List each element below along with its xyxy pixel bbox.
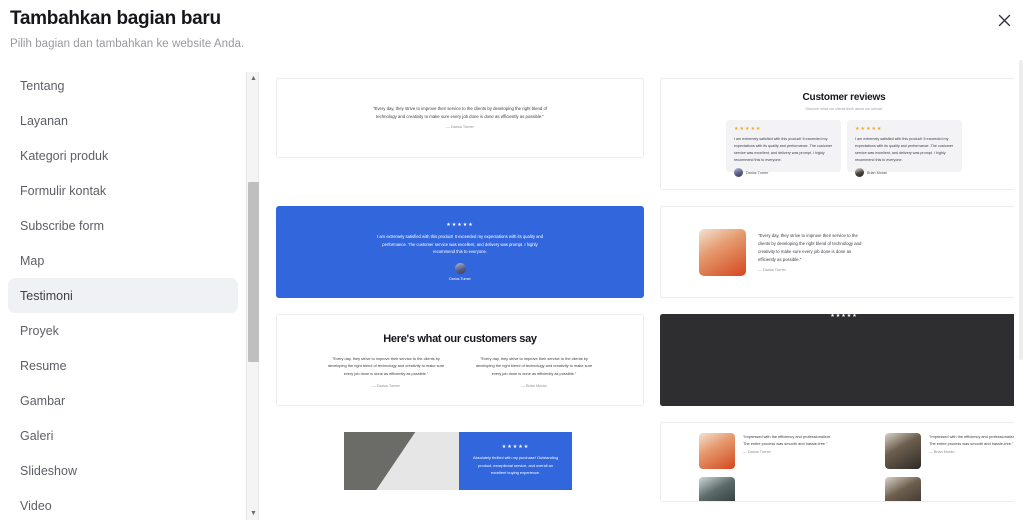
reviewer-name: Darius Turner [449,276,471,281]
template-card-customers-say[interactable]: Here's what our customers say "Every day… [276,314,644,406]
sidebar-item-label: Video [20,498,52,513]
page-title: Tambahkan bagian baru [10,8,221,29]
quote-attribution: — Brian Moran [929,450,955,455]
template-card-photo-quote[interactable]: "Every day, they strive to improve their… [660,206,1014,298]
sidebar-item-label: Formulir kontak [20,183,107,198]
portrait-image [885,477,921,501]
split-image [344,432,459,490]
review-item: ★★★★★ I am extremely satisfied with this… [847,120,962,178]
page-scrollbar[interactable] [1018,60,1024,523]
page-subtitle: Pilih bagian dan tambahkan ke website An… [10,38,245,50]
sidebar-item-formulir-kontak[interactable]: Formulir kontak [8,173,238,208]
card-title: Here's what our customers say [383,333,537,345]
section-category-sidebar[interactable]: Tentang Layanan Kategori produk Formulir… [0,68,246,523]
testimonial-row: "Impressed with the efficiency and profe… [885,433,1014,469]
sidebar-item-gambar[interactable]: Gambar [8,383,238,418]
template-card-customer-reviews[interactable]: Customer reviews Discover what our clien… [660,78,1014,190]
review-text: I am extremely satisfied with this produ… [376,234,544,255]
dialog-header: Tambahkan bagian baru Pilih bagian dan t… [0,0,1024,68]
sidebar-item-label: Kategori produk [20,148,109,163]
sidebar-item-layanan[interactable]: Layanan [8,103,238,138]
testimonial-column: ★★★★★ Absolutely thrilled with my purcha… [660,314,1014,406]
testimonial-column: "Every day, they strive to improve their… [325,355,447,388]
split-blue-panel: ★★★★★ Absolutely thrilled with my purcha… [459,432,572,490]
sidebar-item-map[interactable]: Map [8,243,238,278]
portrait-image [699,228,746,276]
sidebar-item-resume[interactable]: Resume [8,348,238,383]
sidebar-item-kategori-produk[interactable]: Kategori produk [8,138,238,173]
testimonial-row [699,477,839,501]
sidebar-item-label: Slideshow [20,463,77,478]
sidebar-item-label: Testimoni [20,288,73,303]
quote-attribution: — Brian Moran [521,384,547,389]
reviewer-name: Darius Turner [746,170,769,175]
avatar [454,262,466,274]
template-card-blue-testimonial[interactable]: ★★★★★ I am extremely satisfied with this… [276,206,644,298]
avatar [855,168,864,178]
sidebar-item-label: Galeri [20,428,54,443]
review-text: I am extremely satisfied with this produ… [855,137,954,162]
sidebar-item-label: Layanan [20,113,68,128]
quote-text: "Every day, they strive to improve their… [475,356,593,376]
quote-attribution: — Darius Turner [758,267,786,272]
quote-text: "Every day, they strive to improve their… [758,233,862,262]
review-text: I am extremely satisfied with this produ… [734,137,833,162]
testimonial-column: "Every day, they strive to improve their… [473,355,595,388]
portrait-image [885,433,921,469]
quote-attribution: — Darius Turner [446,125,474,130]
star-rating-icon: ★★★★★ [446,222,474,229]
sidebar-item-label: Tentang [20,78,65,93]
sidebar-item-proyek[interactable]: Proyek [8,313,238,348]
sidebar-item-slideshow[interactable]: Slideshow [8,453,238,488]
sidebar-item-tentang[interactable]: Tentang [8,68,238,103]
quote-text: "Impressed with the efficiency and profe… [929,434,1014,447]
sidebar-item-galeri[interactable]: Galeri [8,418,238,453]
sidebar-scrollbar[interactable]: ▲ ▼ [246,72,259,520]
page-scrollbar-thumb[interactable] [1019,60,1023,360]
star-rating-icon: ★★★★★ [734,126,762,132]
template-card-simple-quote[interactable]: "Every day, they strive to improve their… [276,78,644,158]
sidebar-item-label: Gambar [20,393,66,408]
card-subtitle: Discover what our clients think about ou… [805,107,883,111]
quote-attribution: — Darius Turner [372,384,400,389]
sidebar-item-label: Map [20,253,45,268]
chevron-up-icon[interactable]: ▲ [247,72,260,85]
sidebar-item-video[interactable]: Video [8,488,238,523]
testimonial-row [885,477,1014,501]
sidebar-item-label: Proyek [20,323,59,338]
star-rating-icon: ★★★★★ [855,126,883,132]
chevron-down-icon[interactable]: ▼ [247,507,260,520]
portrait-image [699,433,735,469]
template-card-photo-rows[interactable]: "Impressed with the efficiency and profe… [660,422,1014,502]
sidebar-scrollbar-thumb[interactable] [248,182,259,362]
section-template-gallery[interactable]: "Every day, they strive to improve their… [262,68,1014,523]
quote-text: "Every day, they strive to improve their… [327,356,445,376]
portrait-image [699,477,735,501]
testimonial-row: "Impressed with the efficiency and profe… [699,433,839,469]
avatar [734,168,743,178]
star-rating-icon: ★★★★★ [660,314,1014,406]
card-title: Customer reviews [802,92,886,103]
star-rating-icon: ★★★★★ [501,444,530,451]
quote-text: "Impressed with the efficiency and profe… [743,434,832,447]
close-icon[interactable] [990,6,1018,34]
quote-attribution: — Darius Turner [743,450,771,455]
review-text: Absolutely thrilled with my purchase! Ou… [473,455,558,476]
template-card-split-image-blue[interactable]: ★★★★★ Absolutely thrilled with my purcha… [276,422,644,490]
reviewer-name: Brian Moran [867,170,888,175]
sidebar-item-label: Subscribe form [20,218,105,233]
sidebar-item-testimoni[interactable]: Testimoni [8,278,238,313]
review-item: ★★★★★ I am extremely satisfied with this… [726,120,841,178]
template-card-dark-testimonials[interactable]: ★★★★★ Absolutely thrilled with my purcha… [660,314,1014,406]
quote-text: "Every day, they strive to improve their… [372,106,548,119]
sidebar-item-label: Resume [20,358,67,373]
sidebar-item-subscribe-form[interactable]: Subscribe form [8,208,238,243]
